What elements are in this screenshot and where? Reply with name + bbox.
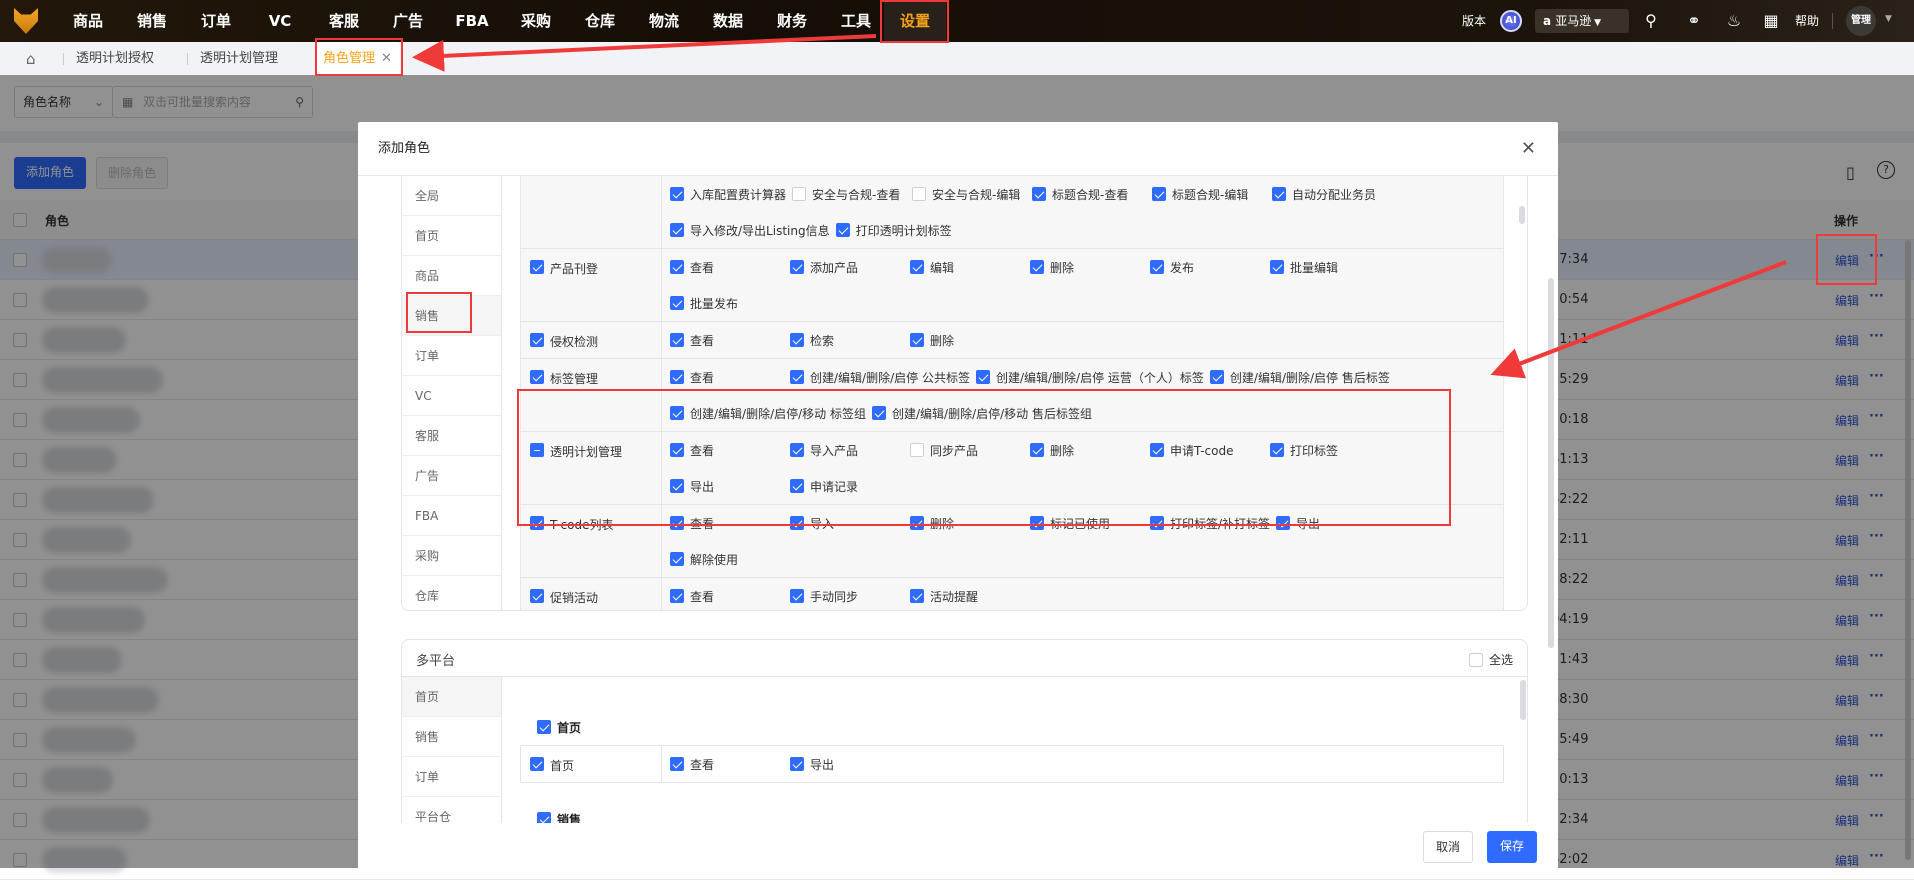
annotation-arrows [412,34,1787,379]
arrow-settings-to-tab [412,34,877,72]
arrow-edit-to-dialog [1490,260,1787,379]
